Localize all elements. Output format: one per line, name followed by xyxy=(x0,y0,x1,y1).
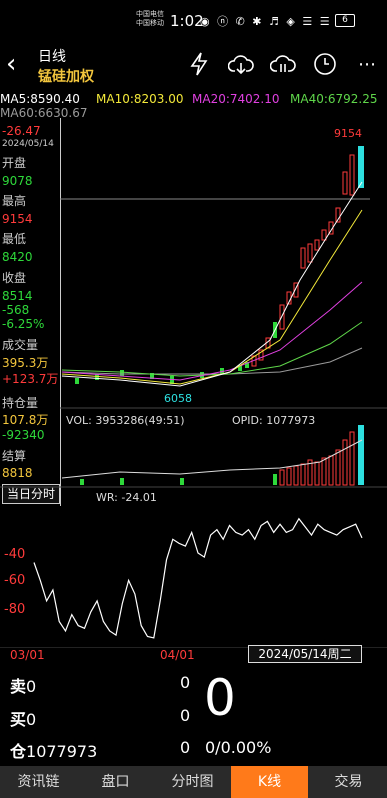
ma60-line xyxy=(61,347,363,375)
buy-price: 0 xyxy=(26,710,37,729)
carrier-1: 中国电信 xyxy=(136,10,164,18)
position-row: 仓1077973 xyxy=(10,738,97,762)
vol-bar xyxy=(180,478,184,485)
opid-line xyxy=(61,439,363,479)
sell-qty: 0 xyxy=(180,673,191,692)
candle xyxy=(342,171,348,195)
vol-bar xyxy=(120,478,124,485)
candle xyxy=(120,370,124,376)
kline-chart[interactable]: 9154 6058 VOL: 3953286(49:51) OPID: 1077… xyxy=(0,118,387,648)
ma5-label: MA5:8590.40 xyxy=(0,92,80,106)
tab-orderbook[interactable]: 盘口 xyxy=(77,766,154,798)
carrier-names: 中国电信 中国移动 xyxy=(136,10,164,28)
position-qty: 0 xyxy=(180,738,191,757)
instrument-name: 锰硅加权 xyxy=(38,69,94,85)
buy-row: 买0 xyxy=(10,706,36,730)
ma20-label: MA20:7402.10 xyxy=(192,92,280,106)
vol-bar xyxy=(300,463,306,486)
wr-label: WR: -24.01 xyxy=(96,491,157,504)
ma40-label: MA40:6792.25 xyxy=(290,92,378,106)
candle xyxy=(300,247,306,269)
date-left: 03/01 xyxy=(10,648,45,662)
candle xyxy=(349,154,355,196)
status-bar: 中国电信 中国移动 1:02 ◉ ⓝ ✆ ✱ ♬ ◈ ☰ ☰ 6 xyxy=(0,0,387,40)
buy-qty: 0 xyxy=(180,706,191,725)
ma10-line xyxy=(61,209,363,385)
vol-bar xyxy=(279,469,285,486)
sell-price: 0 xyxy=(26,677,37,696)
opid-label: OPID: 1077973 xyxy=(232,414,315,427)
cloud-sync-icon[interactable] xyxy=(269,52,296,78)
clock-icon[interactable] xyxy=(312,52,338,78)
status-icons: ◉ ⓝ ✆ ✱ ♬ ◈ ☰ ☰ xyxy=(200,15,332,28)
tab-news[interactable]: 资讯链 xyxy=(0,766,77,798)
low-marker: 6058 xyxy=(164,392,192,405)
vol-label: VOL: 3953286(49:51) xyxy=(66,414,185,427)
date-box: 2024/05/14周二 xyxy=(248,645,362,663)
candle-current xyxy=(358,146,364,188)
buy-label: 买 xyxy=(10,710,27,729)
lightning-icon[interactable] xyxy=(186,52,212,78)
vol-bar xyxy=(286,467,292,486)
ma10-label: MA10:8203.00 xyxy=(96,92,184,106)
last-price-big: 0 xyxy=(204,669,236,727)
vol-bar xyxy=(80,479,84,485)
vol-bar xyxy=(335,449,341,486)
tab-kline[interactable]: K线 xyxy=(231,766,308,798)
sell-label: 卖 xyxy=(10,677,27,696)
change-ratio: 0/0.00% xyxy=(205,738,272,757)
ma-row: MA5:8590.40 xyxy=(0,92,80,106)
vol-bar xyxy=(321,457,327,486)
sell-row: 卖0 xyxy=(10,673,36,697)
bottom-nav: 资讯链 盘口 分时图 K线 交易 xyxy=(0,766,387,798)
tab-trade[interactable]: 交易 xyxy=(310,766,387,798)
back-arrow-icon[interactable]: ‹ xyxy=(6,49,16,79)
vol-bar xyxy=(342,439,348,486)
position-label: 仓 xyxy=(10,742,27,761)
wr-tick: -40 xyxy=(4,547,25,562)
vol-bar xyxy=(349,431,355,486)
vol-bar xyxy=(328,455,334,486)
ma40-line xyxy=(61,321,363,377)
position-value: 1077973 xyxy=(26,742,98,761)
page-title: 日线 xyxy=(38,49,66,65)
tab-intraday[interactable]: 分时图 xyxy=(154,766,231,798)
ma20-line xyxy=(61,281,363,381)
battery-icon: 6 xyxy=(335,14,355,27)
candle xyxy=(307,243,313,263)
cloud-download-icon[interactable] xyxy=(227,52,254,78)
vol-bar xyxy=(273,474,277,485)
high-marker: 9154 xyxy=(334,127,362,140)
ma5-line xyxy=(61,181,363,387)
candle xyxy=(314,239,320,251)
candle xyxy=(75,378,79,384)
more-icon[interactable]: ⋯ xyxy=(354,52,380,78)
clock: 1:02 xyxy=(170,12,204,30)
date-mid: 04/01 xyxy=(160,648,195,662)
vol-bar xyxy=(293,465,299,486)
wr-tick: -80 xyxy=(4,602,25,617)
vol-bar xyxy=(314,461,320,486)
wr-line xyxy=(33,517,363,639)
carrier-2: 中国移动 xyxy=(136,19,164,27)
volume-bars xyxy=(80,425,364,486)
vol-bar xyxy=(358,425,364,485)
wr-tick: -60 xyxy=(4,573,25,588)
